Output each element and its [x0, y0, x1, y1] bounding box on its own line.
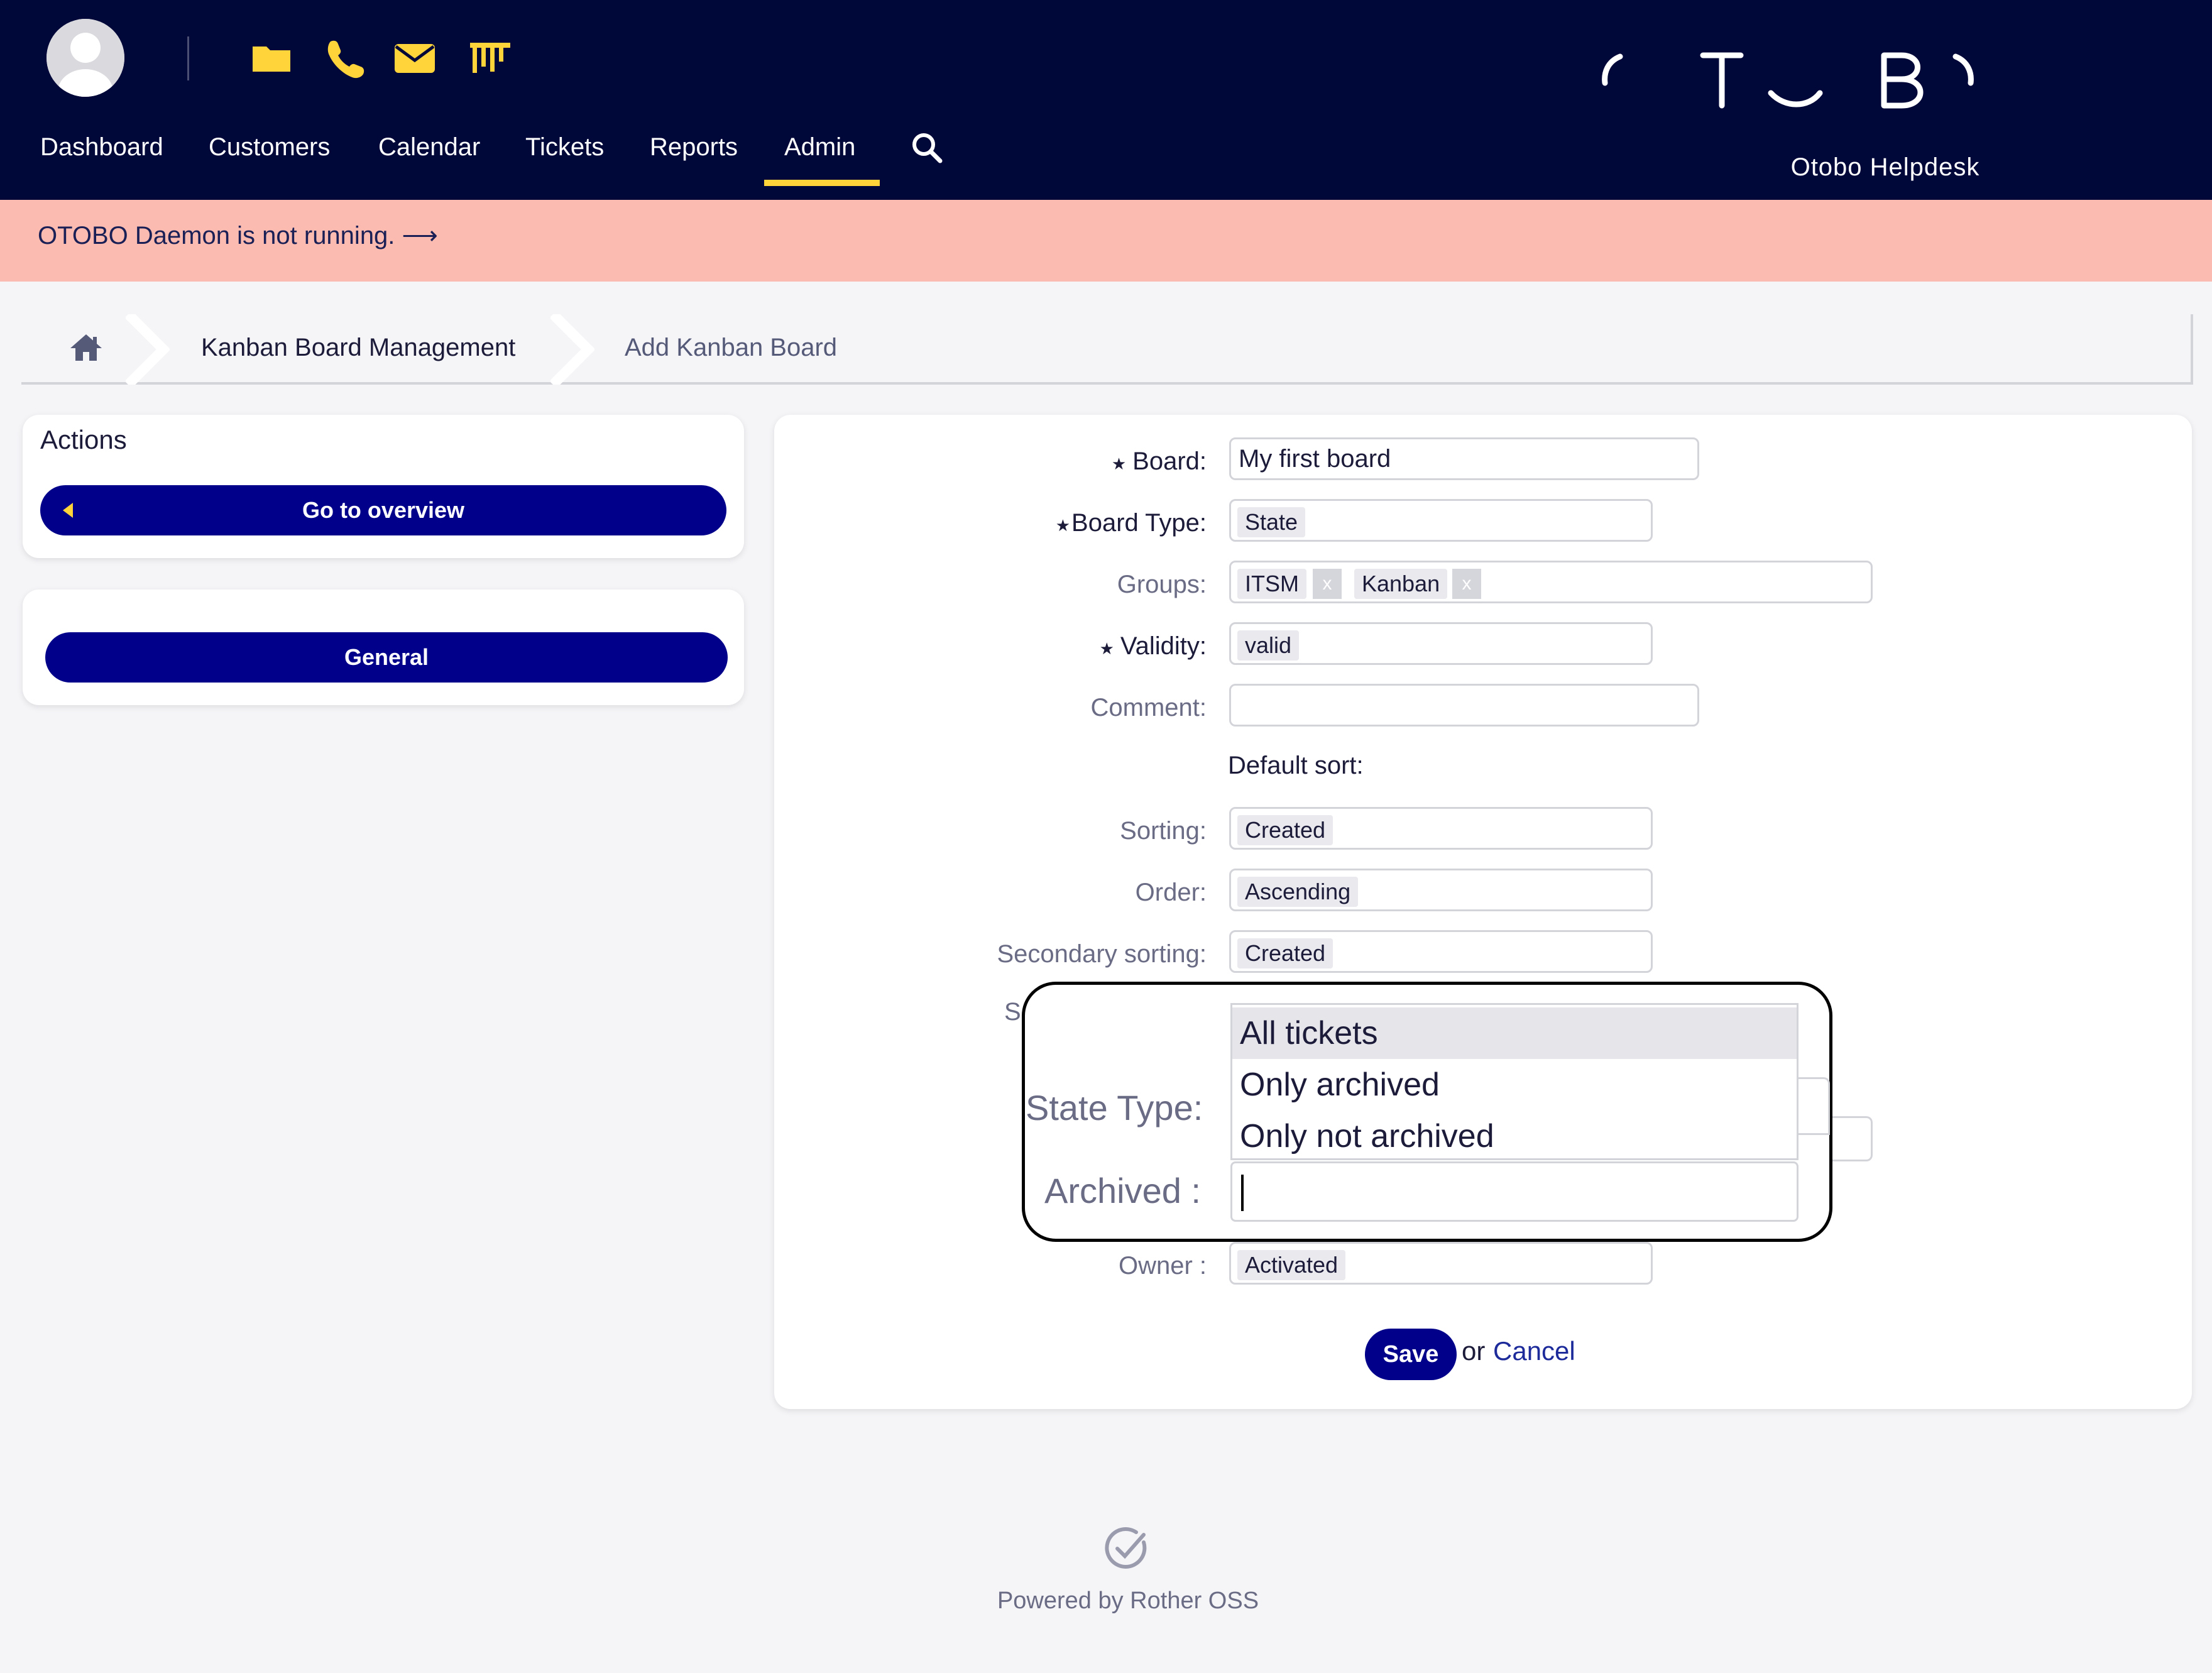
breadcrumb-kanban-management[interactable]: Kanban Board Management — [201, 329, 515, 366]
secondary-sorting-select[interactable]: Created — [1229, 930, 1653, 973]
home-icon[interactable] — [68, 329, 104, 366]
breadcrumb-add-kanban-board: Add Kanban Board — [625, 334, 838, 361]
avatar[interactable] — [47, 19, 124, 97]
kanban-icon[interactable] — [468, 35, 513, 80]
comment-label: Comment: — [1090, 694, 1207, 721]
envelope-icon[interactable] — [392, 35, 437, 80]
groups-select[interactable]: ITSM x Kanban x — [1229, 561, 1873, 603]
breadcrumb-separator — [124, 310, 171, 388]
dropdown-option-only-not-archived[interactable]: Only not archived — [1232, 1111, 1797, 1162]
sorting-label: Sorting: — [1120, 817, 1207, 845]
nav-customers[interactable]: Customers — [209, 128, 330, 166]
field-edge — [1799, 1077, 1830, 1135]
nav-admin[interactable]: Admin — [784, 128, 855, 166]
field-edge — [1831, 1116, 1873, 1161]
breadcrumb-separator — [549, 310, 596, 388]
search-icon[interactable] — [910, 131, 944, 165]
phone-icon[interactable] — [320, 35, 366, 80]
owner-label: Owner : — [1118, 1252, 1207, 1280]
nav-dashboard[interactable]: Dashboard — [40, 128, 163, 166]
folder-icon[interactable] — [249, 35, 294, 80]
otobo-logo — [1596, 44, 1992, 119]
default-sort-heading: Default sort: — [1228, 752, 1364, 779]
board-name-input[interactable]: My first board — [1229, 437, 1699, 480]
cancel-link[interactable]: Cancel — [1493, 1336, 1575, 1366]
archived-dropdown-list[interactable]: All tickets Only archived Only not archi… — [1230, 1003, 1799, 1160]
archived-label: Archived : — [1044, 1171, 1201, 1210]
dropdown-option-all-tickets[interactable]: All tickets — [1232, 1007, 1797, 1059]
secondary-sorting-chip: Created — [1237, 938, 1333, 968]
text-caret — [1241, 1175, 1244, 1211]
group-chip-itsm: ITSM — [1237, 569, 1306, 599]
board-label: ★ Board: — [1111, 447, 1207, 475]
state-type-label: State Type: — [1026, 1088, 1203, 1127]
board-type-select[interactable]: State — [1229, 499, 1653, 542]
board-name-value: My first board — [1239, 445, 1391, 473]
daemon-warning-text[interactable]: OTOBO Daemon is not running. ⟶ — [38, 221, 438, 250]
order-select[interactable]: Ascending — [1229, 869, 1653, 911]
secondary-sorting-label: Secondary sorting: — [997, 940, 1207, 968]
archived-search-input[interactable] — [1230, 1161, 1799, 1222]
rother-oss-check-icon — [1102, 1523, 1153, 1574]
required-star: ★ — [1099, 639, 1114, 658]
owner-select[interactable]: Activated — [1229, 1242, 1653, 1285]
remove-chip-icon[interactable]: x — [1452, 569, 1481, 599]
board-type-label: ★Board Type: — [1055, 509, 1207, 537]
sorting-select[interactable]: Created — [1229, 807, 1653, 850]
sorting-chip: Created — [1237, 815, 1333, 845]
required-star: ★ — [1111, 454, 1127, 473]
active-nav-underline — [764, 180, 880, 186]
remove-chip-icon[interactable]: x — [1313, 569, 1342, 599]
nav-tickets[interactable]: Tickets — [525, 128, 604, 166]
or-text: or — [1462, 1336, 1486, 1366]
dropdown-option-only-archived[interactable]: Only archived — [1232, 1059, 1797, 1111]
required-star: ★ — [1055, 516, 1071, 535]
board-type-chip: State — [1237, 507, 1306, 537]
nav-calendar[interactable]: Calendar — [378, 128, 480, 166]
order-chip: Ascending — [1237, 877, 1359, 907]
order-label: Order: — [1135, 879, 1207, 906]
validity-label: ★ Validity: — [1099, 632, 1207, 660]
user-avatar-icon — [47, 19, 124, 97]
footer-text[interactable]: Powered by Rother OSS — [867, 1588, 1389, 1615]
groups-label: Groups: — [1117, 571, 1207, 598]
owner-chip: Activated — [1237, 1250, 1346, 1280]
hidden-field-label: S — [1004, 998, 1021, 1026]
header-divider — [187, 36, 189, 80]
group-chip-kanban: Kanban — [1354, 569, 1448, 599]
nav-reports[interactable]: Reports — [650, 128, 738, 166]
validity-chip: valid — [1237, 630, 1300, 661]
validity-select[interactable]: valid — [1229, 622, 1653, 665]
logo-subtitle: Otobo Helpdesk — [1790, 153, 1980, 181]
save-button[interactable]: Save — [1365, 1329, 1457, 1380]
comment-input[interactable] — [1229, 684, 1699, 727]
